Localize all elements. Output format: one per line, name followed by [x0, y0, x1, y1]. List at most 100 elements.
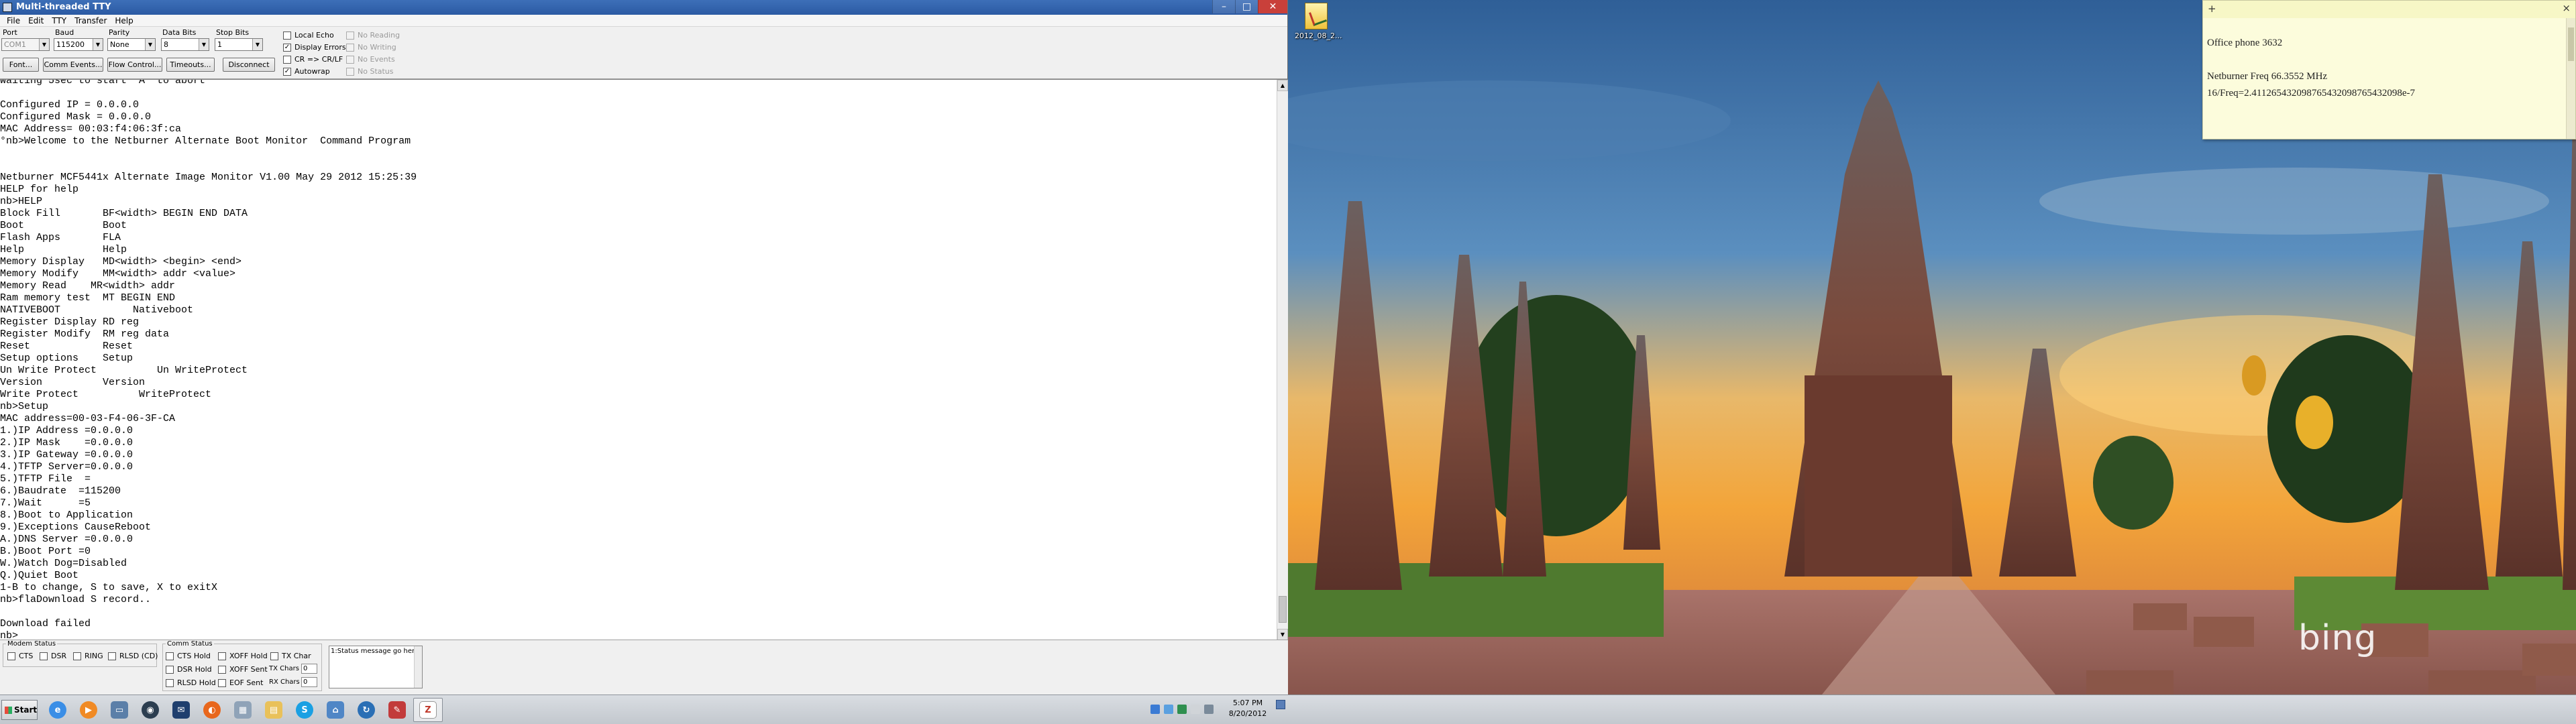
menu-tty[interactable]: TTY [48, 15, 70, 26]
parity-label: Parity [109, 28, 130, 37]
taskbar-app-firefox[interactable]: ◐ [197, 698, 227, 722]
taskbar-app-media[interactable]: ▶ [74, 698, 103, 722]
message-scrollbar[interactable] [414, 646, 422, 688]
menu-file[interactable]: File [3, 15, 24, 26]
menu-edit[interactable]: Edit [24, 15, 48, 26]
tray-security-icon[interactable] [1177, 705, 1187, 714]
taskbar-app-calculator[interactable]: ▦ [228, 698, 258, 722]
sticky-note-header[interactable]: + × [2203, 1, 2575, 18]
window-title: Multi-threaded TTY [16, 2, 111, 12]
modem-ring-indicator: RING [73, 652, 103, 661]
clock-time: 5:07 PM [1232, 699, 1263, 707]
taskbar-app-mail[interactable]: ✉ [166, 698, 196, 722]
dsr-hold-indicator: DSR Hold [166, 665, 212, 674]
vertical-scrollbar[interactable]: ▲ ▼ [1277, 80, 1288, 640]
taskbar-app-hub[interactable]: ◉ [136, 698, 165, 722]
wrench-icon: ✎ [388, 701, 406, 719]
no-status-checkbox[interactable]: No Status [346, 67, 394, 76]
terminal-line: HELP for help [0, 184, 79, 195]
mail-icon: ✉ [172, 701, 190, 719]
baud-select[interactable]: 115200 ▼ [54, 38, 103, 51]
title-bar[interactable]: Multi-threaded TTY – □ ✕ [0, 0, 1287, 15]
checkbox-icon [346, 32, 354, 40]
modem-status-group: Modem Status CTS DSR RING RLSD (CD) [3, 640, 158, 667]
close-button[interactable]: ✕ [1258, 0, 1287, 13]
cr-crlf-checkbox[interactable]: CR => CR/LF [283, 55, 343, 64]
port-label: Port [3, 28, 17, 37]
display-errors-checkbox[interactable]: ✓ Display Errors [283, 43, 346, 52]
terminal-line: 3.)IP Gateway =0.0.0.0 [0, 449, 133, 461]
scroll-up-icon[interactable]: ▲ [1277, 80, 1288, 91]
maximize-button[interactable]: □ [1235, 0, 1258, 13]
hub-icon: ◉ [142, 701, 159, 719]
terminal-line: Memory Read MR<width> addr [0, 280, 176, 292]
tray-arrow-icon[interactable] [1150, 705, 1160, 714]
taskbar-app-tty[interactable]: Z [413, 698, 443, 722]
modem-status-title: Modem Status [7, 640, 56, 648]
taskbar-app-sync[interactable]: ↻ [352, 698, 381, 722]
terminal-line: Register Display RD reg [0, 316, 140, 328]
minimize-button[interactable]: – [1212, 0, 1235, 13]
checkmark-icon: ✓ [283, 44, 291, 52]
taskbar-app-explorer[interactable]: ▭ [105, 698, 134, 722]
taskbar-app-skype[interactable]: S [290, 698, 319, 722]
terminal-line: Memory Modify MM<width> addr <value> [0, 268, 236, 280]
desktop-file-icon[interactable]: 2012_08_2... [1295, 3, 1342, 40]
bing-logo: bing [2298, 618, 2377, 658]
taskbar-app-folder[interactable]: ▤ [259, 698, 288, 722]
tray-flag-icon[interactable] [1191, 705, 1200, 714]
tx-char-indicator: TX Char [270, 652, 311, 661]
terminal-line: Flash Apps FLA [0, 232, 121, 243]
timeouts-button[interactable]: Timeouts... [166, 58, 215, 72]
port-select[interactable]: COM1 ▼ [1, 38, 50, 51]
xoff-hold-indicator: XOFF Hold [218, 652, 268, 661]
comm-events-button[interactable]: Comm Events... [43, 58, 103, 72]
font-button[interactable]: Font... [3, 58, 39, 72]
baud-label: Baud [55, 28, 74, 37]
scroll-down-icon[interactable]: ▼ [1277, 629, 1288, 640]
add-note-icon[interactable]: + [2208, 3, 2216, 15]
scroll-thumb[interactable] [2568, 27, 2574, 61]
clock-date: 8/20/2012 [1228, 709, 1267, 718]
terminal-line: Setup options Setup [0, 353, 133, 364]
sticky-note[interactable]: + × Office phone 3632 Netburner Freq 66.… [2202, 0, 2576, 139]
parity-select[interactable]: None ▼ [107, 38, 156, 51]
menu-help[interactable]: Help [111, 15, 137, 26]
tray-volume-icon[interactable] [1204, 705, 1214, 714]
status-message-box[interactable]: 1:Status message go here [329, 646, 423, 688]
sticky-note-scrollbar[interactable] [2566, 18, 2575, 139]
taskbar-clock[interactable]: 5:07 PM 8/20/2012 [1221, 698, 1275, 719]
folder-icon: ▤ [265, 701, 282, 719]
disconnect-button[interactable]: Disconnect [223, 58, 275, 72]
network-icon: ⌂ [327, 701, 344, 719]
no-reading-checkbox[interactable]: No Reading [346, 31, 400, 40]
stopbits-select[interactable]: 1 ▼ [215, 38, 263, 51]
taskbar-app-tool[interactable]: ✎ [382, 698, 412, 722]
tray-network-icon[interactable] [1164, 705, 1173, 714]
autowrap-checkbox[interactable]: ✓ Autowrap [283, 67, 330, 76]
local-echo-checkbox[interactable]: Local Echo [283, 31, 334, 40]
checkbox-icon [73, 652, 81, 660]
start-button[interactable]: Start [1, 700, 38, 720]
terminal-output[interactable]: Waiting 5sec to start 'A' to abort Confi… [0, 79, 1288, 640]
close-note-icon[interactable]: × [2562, 2, 2571, 14]
databits-select[interactable]: 8 ▼ [161, 38, 209, 51]
terminal-line: Boot Boot [0, 220, 127, 231]
cts-hold-indicator: CTS Hold [166, 652, 211, 661]
taskbar-app-browser[interactable]: e [43, 698, 72, 722]
globe-icon: e [49, 701, 66, 719]
taskbar-app-network[interactable]: ⌂ [321, 698, 350, 722]
menu-transfer[interactable]: Transfer [70, 15, 111, 26]
settings-toolbar: Port COM1 ▼ Baud 115200 ▼ Parity None ▼ Dat… [0, 27, 1287, 79]
sticky-note-body[interactable]: Office phone 3632 Netburner Freq 66.3552… [2203, 18, 2575, 102]
xoff-sent-indicator: XOFF Sent [218, 665, 268, 674]
no-writing-checkbox[interactable]: No Writing [346, 43, 396, 52]
comm-status-group: Comm Status CTS Hold DSR Hold RLSD Hold … [162, 640, 322, 691]
scroll-thumb[interactable] [1279, 596, 1287, 623]
flow-control-button[interactable]: Flow Control... [107, 58, 162, 72]
terminal-line: Q.)Quiet Boot [0, 570, 79, 581]
status-message-text: 1:Status message go here [331, 648, 419, 655]
no-events-checkbox[interactable]: No Events [346, 55, 395, 64]
show-desktop-button[interactable] [1276, 700, 1285, 709]
